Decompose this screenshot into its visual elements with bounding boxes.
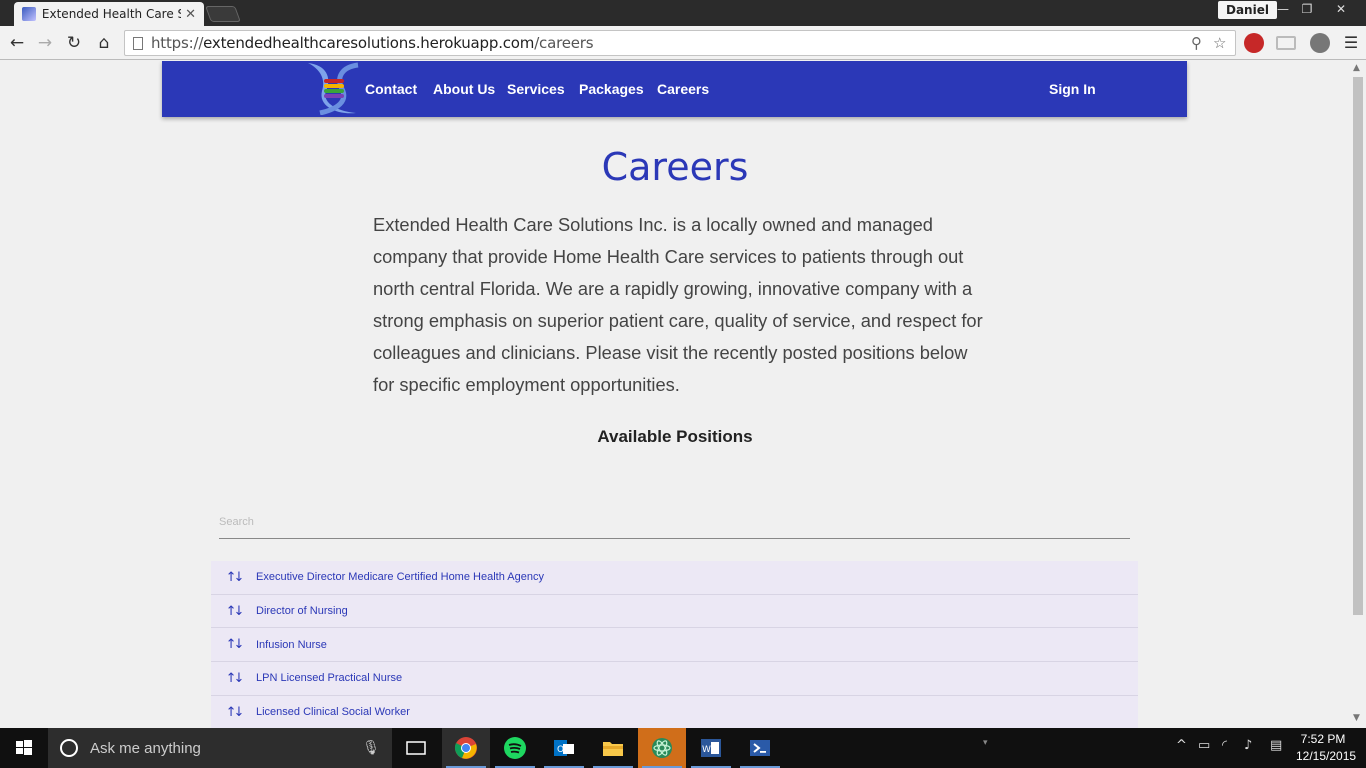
scrollbar-thumb[interactable] (1353, 77, 1363, 615)
restore-icon[interactable]: ❐ (1294, 0, 1320, 20)
position-row[interactable]: ↑↓ Executive Director Medicare Certified… (211, 561, 1138, 595)
profile-user-button[interactable]: Daniel (1218, 1, 1277, 19)
cortana-icon (60, 739, 78, 757)
notifications-icon[interactable]: ▤ (1270, 738, 1282, 753)
task-view-button[interactable] (392, 728, 440, 768)
position-title[interactable]: Executive Director Medicare Certified Ho… (256, 571, 544, 583)
position-row[interactable]: ↑↓ Director of Nursing (211, 594, 1138, 629)
spotify-icon (504, 737, 526, 759)
folder-icon (603, 742, 623, 756)
atom-icon (652, 738, 672, 758)
browser-titlebar: Extended Health Care Solu ✕ Daniel — ❐ ✕ (0, 0, 1366, 26)
taskbar-atom[interactable] (638, 728, 686, 768)
windows-taskbar: Ask me anything 🎙 O W ▾ ^ ▭ ◜ ♪ ▤ 7:52 P… (0, 728, 1366, 768)
forward-arrow-icon[interactable]: → (34, 32, 56, 54)
available-positions-heading: Available Positions (597, 427, 753, 446)
battery-icon[interactable]: ▭ (1198, 738, 1210, 753)
expand-arrows-icon[interactable]: ↑↓ (211, 671, 256, 686)
cast-icon[interactable] (1276, 36, 1296, 50)
site-favicon-icon (22, 7, 36, 21)
reload-icon[interactable]: ↻ (63, 32, 85, 54)
scroll-up-arrow-icon[interactable]: ▲ (1353, 63, 1360, 73)
powershell-icon (750, 740, 770, 756)
taskbar-powershell[interactable] (736, 728, 784, 768)
expand-arrows-icon[interactable]: ↑↓ (211, 570, 256, 585)
volume-icon[interactable]: ♪ (1244, 738, 1252, 753)
position-row[interactable]: ↑↓ Licensed Clinical Social Worker (211, 695, 1138, 728)
back-arrow-icon[interactable]: ← (6, 32, 28, 54)
nav-packages[interactable]: Packages (579, 81, 644, 97)
browser-tab[interactable]: Extended Health Care Solu ✕ (14, 2, 204, 26)
browser-toolbar: ← → ↻ ⌂ https://extendedhealthcaresoluti… (0, 26, 1366, 60)
bookmark-star-icon[interactable]: ☆ (1213, 34, 1226, 52)
site-navbar: Contact About Us Services Packages Caree… (162, 61, 1187, 117)
position-title[interactable]: LPN Licensed Practical Nurse (256, 672, 402, 684)
nav-about-us[interactable]: About Us (433, 81, 495, 97)
outlook-icon: O (554, 740, 574, 756)
extension-off-icon[interactable] (1310, 33, 1330, 53)
svg-text:O: O (557, 745, 564, 755)
taskbar-outlook[interactable]: O (540, 728, 588, 768)
taskbar-spotify[interactable] (491, 728, 539, 768)
adblock-extension-icon[interactable] (1244, 33, 1264, 53)
task-view-icon (406, 741, 426, 755)
svg-text:W: W (702, 745, 711, 755)
nav-careers[interactable]: Careers (657, 81, 709, 97)
cortana-placeholder: Ask me anything (90, 739, 201, 757)
page-scrollbar[interactable]: ▲ ▼ (1350, 61, 1366, 728)
page-viewport: Contact About Us Services Packages Caree… (0, 61, 1350, 728)
taskbar-clock[interactable]: 7:52 PM 12/15/2015 (1296, 731, 1357, 765)
expand-arrows-icon[interactable]: ↑↓ (211, 705, 256, 720)
word-icon: W (701, 739, 721, 757)
chrome-menu-icon[interactable]: ☰ (1340, 32, 1362, 54)
taskbar-file-explorer[interactable] (589, 728, 637, 768)
nav-contact[interactable]: Contact (365, 81, 417, 97)
tray-expand-icon[interactable]: ^ (1176, 738, 1187, 753)
position-row[interactable]: ↑↓ LPN Licensed Practical Nurse (211, 662, 1138, 696)
taskbar-chrome[interactable] (442, 728, 490, 768)
nav-sign-in[interactable]: Sign In (1049, 81, 1096, 97)
page-title: Careers (601, 145, 749, 189)
microphone-icon[interactable]: 🎙 (362, 740, 380, 756)
positions-list: ↑↓ Executive Director Medicare Certified… (211, 561, 1138, 728)
taskbar-word[interactable]: W (687, 728, 735, 768)
address-bar[interactable]: https://extendedhealthcaresolutions.hero… (124, 30, 1236, 56)
expand-arrows-icon[interactable]: ↑↓ (211, 604, 256, 619)
home-icon[interactable]: ⌂ (93, 32, 115, 54)
minimize-icon[interactable]: — (1270, 0, 1296, 20)
careers-intro-text: Extended Health Care Solutions Inc. is a… (373, 214, 983, 395)
chrome-icon (454, 737, 477, 759)
company-logo-icon[interactable] (304, 61, 362, 115)
position-title[interactable]: Licensed Clinical Social Worker (256, 706, 410, 718)
wifi-icon[interactable]: ◜ (1222, 738, 1227, 753)
new-tab-button[interactable] (205, 6, 241, 22)
cortana-search-box[interactable]: Ask me anything 🎙 (48, 728, 392, 768)
scroll-down-arrow-icon[interactable]: ▼ (1353, 713, 1360, 723)
clock-date: 12/15/2015 (1296, 749, 1357, 763)
close-window-icon[interactable]: ✕ (1326, 0, 1356, 20)
zoom-search-icon[interactable]: ⚲ (1191, 34, 1202, 52)
position-row[interactable]: ↑↓ Infusion Nurse (211, 628, 1138, 663)
url-text[interactable]: https://extendedhealthcaresolutions.hero… (151, 34, 594, 52)
tab-title: Extended Health Care Solu (41, 7, 181, 21)
clock-time: 7:52 PM (1300, 732, 1346, 746)
positions-search-input[interactable] (219, 506, 1130, 539)
page-icon (133, 36, 143, 50)
position-title[interactable]: Director of Nursing (256, 605, 348, 617)
nav-services[interactable]: Services (507, 81, 565, 97)
windows-start-icon[interactable] (0, 728, 48, 768)
overflow-chevron-icon[interactable]: ▾ (983, 738, 988, 748)
position-title[interactable]: Infusion Nurse (256, 639, 327, 651)
expand-arrows-icon[interactable]: ↑↓ (211, 637, 256, 652)
tab-close-icon[interactable]: ✕ (185, 7, 196, 22)
